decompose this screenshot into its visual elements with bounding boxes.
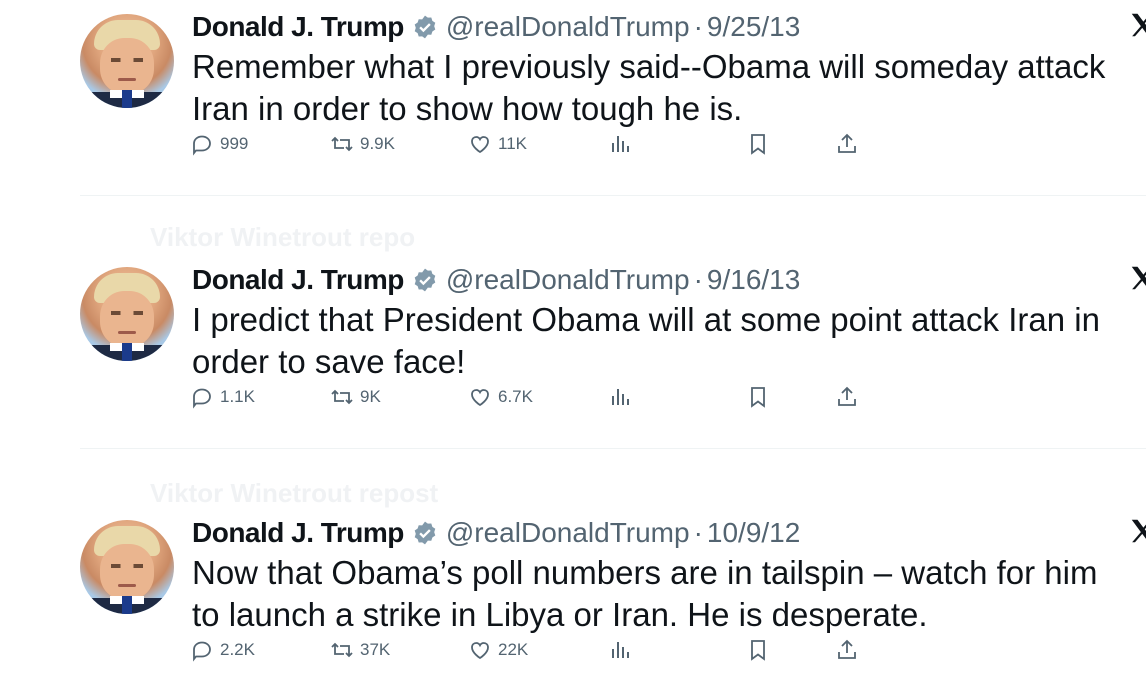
like-count: 6.7K: [498, 387, 533, 406]
bookmark-button[interactable]: [746, 132, 776, 156]
like-count: 11K: [498, 134, 527, 153]
like-button[interactable]: 11K: [468, 132, 527, 156]
verified-badge-icon: [414, 268, 436, 292]
reply-icon: [193, 388, 211, 409]
repost-count: 9K: [360, 387, 381, 406]
share-icon: [838, 639, 856, 659]
repost-count: 9.9K: [360, 134, 395, 153]
avatar[interactable]: [80, 14, 174, 108]
like-button[interactable]: 6.7K: [468, 385, 533, 409]
divider: [80, 195, 1146, 196]
tweet-date[interactable]: 9/16/13: [707, 264, 800, 296]
tweet[interactable]: Donald J. Trump @realDonaldTrump · 9/16/…: [0, 253, 1146, 506]
verified-badge-icon: [414, 521, 436, 545]
verified-badge-icon: [414, 15, 436, 39]
views-button[interactable]: [608, 385, 638, 409]
faded-repost-label: Viktor Winetrout repo: [150, 222, 416, 252]
tweet[interactable]: Donald J. Trump @realDonaldTrump · 9/25/…: [0, 0, 1146, 253]
repost-count: 37K: [360, 640, 391, 659]
reply-icon: [193, 641, 211, 662]
reply-count: 999: [220, 134, 249, 153]
x-logo-icon: [1128, 263, 1146, 301]
like-icon: [471, 642, 489, 660]
repost-icon: [331, 642, 353, 658]
like-count: 22K: [498, 640, 529, 659]
separator: ·: [693, 264, 703, 295]
author-name[interactable]: Donald J. Trump: [192, 517, 404, 549]
share-icon: [838, 386, 856, 406]
faded-repost-label: Viktor Winetrout repost: [150, 478, 439, 508]
repost-icon: [331, 389, 353, 405]
divider: [80, 448, 1146, 449]
views-icon: [612, 642, 629, 658]
action-bar: 1.1K 9K 6.7K: [190, 385, 870, 409]
like-button[interactable]: 22K: [468, 638, 528, 662]
share-icon: [838, 133, 856, 153]
reply-button[interactable]: 999: [190, 132, 248, 156]
reply-button[interactable]: 2.2K: [190, 638, 255, 662]
tweet[interactable]: Donald J. Trump @realDonaldTrump · 10/9/…: [0, 506, 1146, 686]
separator: ·: [693, 11, 703, 42]
avatar[interactable]: [80, 267, 174, 361]
reply-count: 1.1K: [220, 387, 255, 406]
bookmark-icon: [751, 387, 765, 408]
author-name[interactable]: Donald J. Trump: [192, 11, 404, 43]
share-button[interactable]: [835, 638, 865, 662]
views-icon: [612, 389, 629, 405]
bookmark-icon: [751, 640, 765, 661]
author-handle[interactable]: @realDonaldTrump: [446, 11, 690, 43]
avatar[interactable]: [80, 520, 174, 614]
author-name[interactable]: Donald J. Trump: [192, 264, 404, 296]
repost-button[interactable]: 9.9K: [330, 132, 395, 156]
separator: ·: [693, 517, 703, 548]
tweet-header: Donald J. Trump @realDonaldTrump · 9/25/…: [192, 10, 800, 44]
repost-icon: [331, 136, 353, 152]
author-handle[interactable]: @realDonaldTrump: [446, 517, 690, 549]
share-button[interactable]: [835, 385, 865, 409]
x-logo-icon: [1128, 10, 1146, 48]
action-bar: 999 9.9K 11K: [190, 132, 870, 156]
x-logo-icon: [1128, 516, 1146, 554]
reply-icon: [193, 135, 211, 156]
tweet-text: Now that Obama’s poll numbers are in tai…: [192, 554, 1098, 633]
like-icon: [471, 136, 489, 154]
share-button[interactable]: [835, 132, 865, 156]
repost-button[interactable]: 9K: [330, 385, 381, 409]
tweet-text: I predict that President Obama will at s…: [192, 301, 1100, 380]
reply-button[interactable]: 1.1K: [190, 385, 255, 409]
tweet-date[interactable]: 9/25/13: [707, 11, 800, 43]
views-button[interactable]: [608, 638, 638, 662]
views-button[interactable]: [608, 132, 638, 156]
repost-button[interactable]: 37K: [330, 638, 390, 662]
tweet-text: Remember what I previously said--Obama w…: [192, 48, 1106, 127]
bookmark-icon: [751, 134, 765, 155]
reply-count: 2.2K: [220, 640, 255, 659]
author-handle[interactable]: @realDonaldTrump: [446, 264, 690, 296]
action-bar: 2.2K 37K 22K: [190, 638, 870, 662]
bookmark-button[interactable]: [746, 638, 776, 662]
tweet-header: Donald J. Trump @realDonaldTrump · 10/9/…: [192, 516, 800, 550]
views-icon: [612, 136, 629, 152]
like-icon: [471, 389, 489, 407]
bookmark-button[interactable]: [746, 385, 776, 409]
tweet-date[interactable]: 10/9/12: [707, 517, 800, 549]
tweet-header: Donald J. Trump @realDonaldTrump · 9/16/…: [192, 263, 800, 297]
